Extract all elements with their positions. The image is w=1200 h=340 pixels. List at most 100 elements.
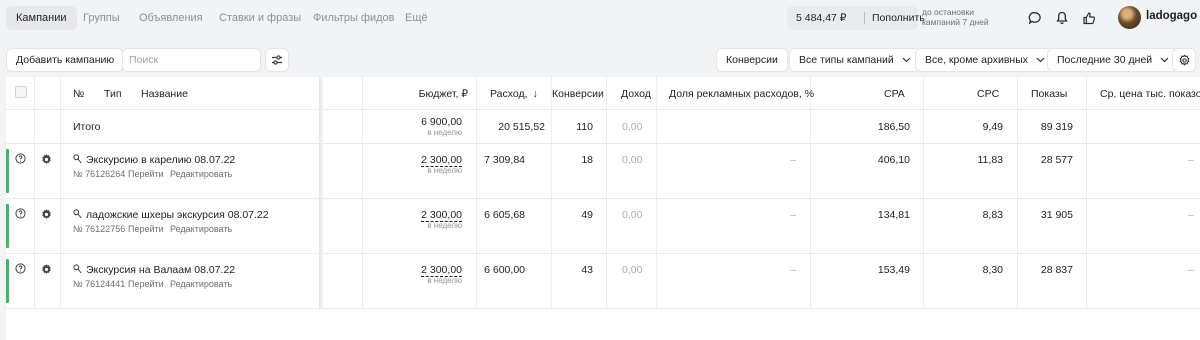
period-select-label: Последние 30 дней: [1057, 54, 1153, 66]
status-filter-select[interactable]: Все, кроме архивных: [916, 49, 1054, 71]
total-budget: 6 900,00: [421, 116, 462, 128]
impressions-value: 31 905: [1040, 209, 1073, 221]
edit-link[interactable]: Редактировать: [170, 279, 232, 289]
budget-value[interactable]: 2 300,00: [376, 264, 462, 277]
gear-icon[interactable]: [39, 207, 53, 221]
row-divider: [6, 308, 1200, 309]
tab-more[interactable]: Ещё: [395, 6, 438, 30]
bell-icon[interactable]: [1051, 7, 1073, 29]
campaign-type-select[interactable]: Все типы кампаний: [790, 49, 920, 71]
chevron-down-icon: [1160, 49, 1169, 71]
cpc-value: 11,83: [977, 154, 1004, 166]
total-spend: 20 515,52: [498, 121, 545, 133]
gear-icon[interactable]: [39, 152, 53, 166]
header-income[interactable]: Доход: [621, 88, 651, 100]
select-all-checkbox[interactable]: [15, 86, 27, 98]
conversions-value: 18: [581, 154, 593, 166]
conversions-value: 43: [581, 264, 593, 276]
tab-feed-filters[interactable]: Фильтры фидов: [303, 6, 405, 30]
total-conversions: 110: [576, 121, 593, 133]
column-divider: [606, 77, 607, 309]
filter-settings-icon[interactable]: [266, 49, 288, 71]
topup-button[interactable]: Пополнить: [872, 6, 925, 30]
header-avg-price[interactable]: Ср. цена тыс. показов: [1100, 88, 1200, 100]
tab-groups[interactable]: Группы: [73, 6, 130, 30]
avatar[interactable]: [1118, 6, 1141, 29]
chevron-down-icon: [1036, 49, 1045, 71]
chat-icon[interactable]: [1024, 7, 1046, 29]
status-filter-select-label: Все, кроме архивных: [925, 54, 1029, 66]
cpa-value: 406,10: [877, 154, 910, 166]
go-link[interactable]: Перейти: [128, 169, 164, 179]
status-indicator: [6, 259, 9, 303]
tab-ads[interactable]: Объявления: [129, 6, 213, 30]
header-name[interactable]: Название: [141, 88, 188, 100]
help-circle-icon[interactable]: [14, 262, 27, 275]
tab-bids-phrases[interactable]: Ставки и фразы: [209, 6, 311, 30]
cpc-value: 8,30: [982, 264, 1003, 276]
row-divider: [6, 143, 1200, 144]
gear-icon[interactable]: [39, 262, 53, 276]
header-number[interactable]: №: [73, 88, 84, 100]
sort-down-arrow-icon: ↓: [532, 88, 538, 100]
cpa-value: 153,49: [877, 264, 910, 276]
header-cpa[interactable]: CPA: [884, 88, 905, 100]
balance-divider: [864, 12, 865, 24]
cpc-value: 8,83: [982, 209, 1003, 221]
add-campaign-button[interactable]: Добавить кампанию: [7, 49, 124, 71]
total-label: Итого: [73, 121, 101, 133]
ad-share-value: –: [790, 209, 796, 221]
campaign-name-link[interactable]: Экскурсию в карелию 08.07.22: [86, 154, 235, 166]
campaign-name-link[interactable]: ладожские шхеры экскурсия 08.07.22: [86, 209, 269, 221]
ad-share-value: –: [790, 154, 796, 166]
total-cpc: 9,49: [982, 121, 1003, 133]
column-divider: [362, 77, 363, 309]
budget-value[interactable]: 2 300,00: [376, 154, 462, 167]
budget-period: в неделю: [427, 166, 462, 175]
edit-link[interactable]: Редактировать: [170, 169, 232, 179]
ad-share-value: –: [790, 264, 796, 276]
header-spend[interactable]: Расход, ↓: [490, 88, 538, 100]
balance-amount: 5 484,47 ₽: [796, 12, 847, 24]
avg-price-value: –: [1188, 154, 1194, 166]
impressions-value: 28 577: [1040, 154, 1073, 166]
income-value: 0,00: [622, 209, 643, 221]
search-campaign-type-icon: [72, 208, 82, 219]
help-circle-icon[interactable]: [14, 152, 27, 165]
header-type[interactable]: Тип: [104, 88, 122, 100]
campaign-id: № 76124441: [73, 279, 126, 289]
header-impressions[interactable]: Показы: [1031, 88, 1067, 100]
avg-price-value: –: [1188, 209, 1194, 221]
header-spend-label: Расход,: [490, 88, 528, 100]
edit-link[interactable]: Редактировать: [170, 224, 232, 234]
frozen-columns-shadow: [319, 77, 323, 309]
table-settings-gear-icon[interactable]: [1173, 49, 1195, 71]
search-campaign-type-icon: [72, 153, 82, 164]
help-circle-icon[interactable]: [14, 207, 27, 220]
conversions-button[interactable]: Конверсии: [717, 49, 787, 71]
balance-widget: 5 484,47 ₽ Пополнить: [787, 6, 925, 30]
chevron-down-icon: [902, 49, 911, 71]
stop-note-line2: кампаний 7 дней: [922, 17, 989, 27]
thumbs-up-icon[interactable]: [1078, 7, 1100, 29]
budget-value[interactable]: 2 300,00: [376, 209, 462, 222]
search-campaign-type-icon: [72, 263, 82, 274]
username[interactable]: ladogago: [1146, 10, 1197, 22]
tab-campaigns[interactable]: Кампании: [6, 6, 77, 30]
search-input[interactable]: Поиск: [123, 49, 260, 71]
status-indicator: [6, 149, 9, 193]
go-link[interactable]: Перейти: [128, 224, 164, 234]
row-divider: [6, 109, 1200, 110]
spend-value: 6 600,00: [484, 264, 525, 276]
period-select[interactable]: Последние 30 дней: [1048, 49, 1179, 71]
total-cpa: 186,50: [877, 121, 910, 133]
campaign-type-select-label: Все типы кампаний: [799, 54, 894, 66]
campaign-name-link[interactable]: Экскурсия на Валаам 08.07.22: [86, 264, 235, 276]
go-link[interactable]: Перейти: [128, 279, 164, 289]
avg-price-value: –: [1188, 264, 1194, 276]
header-budget[interactable]: Бюджет, ₽: [376, 88, 468, 100]
header-ad-share[interactable]: Доля рекламных расходов, %: [669, 88, 814, 100]
header-conversions[interactable]: Конверсии: [552, 88, 604, 100]
header-cpc[interactable]: CPC: [977, 88, 999, 100]
income-value: 0,00: [622, 154, 643, 166]
